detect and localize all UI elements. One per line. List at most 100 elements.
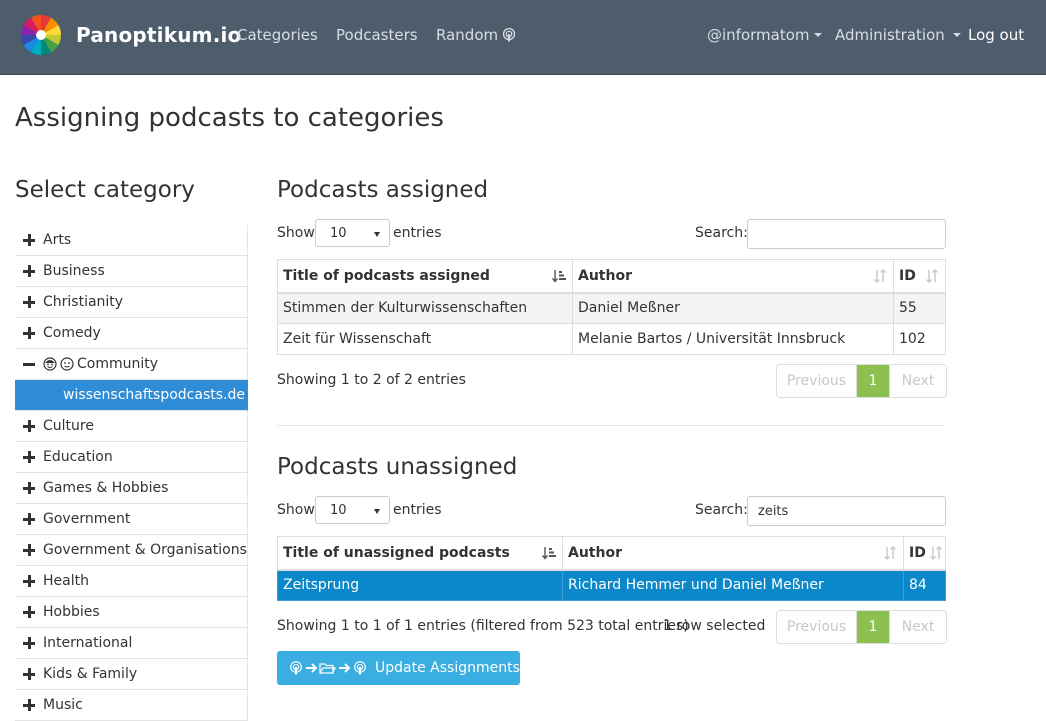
search-label: Search: <box>695 502 748 518</box>
update-assignments-button[interactable]: Update Assignments <box>277 651 520 685</box>
table-row[interactable]: Zeit für Wissenschaft Melanie Bartos / U… <box>277 323 946 355</box>
brand[interactable]: Panoptikum.io <box>20 14 242 56</box>
category-list: Arts Business Christianity Comedy Commun… <box>15 225 248 721</box>
column-header: Title of unassigned podcasts <box>283 544 510 561</box>
sort-both-icon <box>926 269 938 283</box>
category-item-government[interactable]: Government <box>15 504 248 535</box>
nav-logout[interactable]: Log out <box>968 26 1024 44</box>
length-value: 10 <box>330 503 347 518</box>
navbar: Panoptikum.io Categories Podcasters Rand… <box>0 0 1046 75</box>
nav-user-label: @informatom <box>707 26 810 44</box>
col-id[interactable]: ID <box>893 259 946 294</box>
plus-icon <box>23 420 35 432</box>
assigned-title: Podcasts assigned <box>277 177 489 203</box>
category-item-christianity[interactable]: Christianity <box>15 287 248 318</box>
nav-random[interactable]: Random <box>436 26 516 44</box>
page-title: Assigning podcasts to categories <box>15 103 444 133</box>
entries-label: entries <box>393 225 442 241</box>
category-label: wissenschaftspodcasts.de <box>63 387 245 403</box>
chevron-down-icon <box>813 33 822 37</box>
plus-icon <box>23 668 35 680</box>
col-id[interactable]: ID <box>903 536 946 571</box>
category-item-music[interactable]: Music <box>15 690 248 721</box>
category-label: Arts <box>43 232 72 248</box>
unassigned-title: Podcasts unassigned <box>277 454 518 480</box>
sort-both-icon <box>874 269 886 283</box>
category-item-education[interactable]: Education <box>15 442 248 473</box>
brand-name: Panoptikum.io <box>76 23 242 47</box>
column-header: Title of podcasts assigned <box>283 267 490 284</box>
next-button[interactable]: Next <box>890 365 946 397</box>
column-header: Author <box>568 544 622 561</box>
update-assignments-label: Update Assignments <box>375 660 520 676</box>
unassigned-table: Title of unassigned podcasts Author ID Z… <box>277 536 946 601</box>
search-label: Search: <box>695 225 748 241</box>
plus-icon <box>23 234 35 246</box>
table-row[interactable]: Zeitsprung Richard Hemmer und Daniel Meß… <box>277 569 946 601</box>
category-label: Business <box>43 263 105 279</box>
category-label: Health <box>43 573 89 589</box>
selected-info: 1 row selected <box>663 618 766 634</box>
col-title-assigned[interactable]: Title of podcasts assigned <box>277 259 573 294</box>
assigned-info: Showing 1 to 2 of 2 entries <box>277 372 466 388</box>
category-item-games-hobbies[interactable]: Games & Hobbies <box>15 473 248 504</box>
category-item-community[interactable]: Community <box>15 349 248 380</box>
col-author[interactable]: Author <box>562 536 904 571</box>
category-item-arts[interactable]: Arts <box>15 225 248 256</box>
category-label: Games & Hobbies <box>43 480 169 496</box>
page-button[interactable]: 1 <box>857 611 890 643</box>
column-header: Author <box>578 267 632 284</box>
column-header: ID <box>909 544 926 561</box>
unassigned-search-input[interactable]: zeits <box>747 496 946 526</box>
col-title-unassigned[interactable]: Title of unassigned podcasts <box>277 536 563 571</box>
category-label: Christianity <box>43 294 124 310</box>
cell-id: 84 <box>903 569 946 601</box>
category-label: Education <box>43 449 113 465</box>
logo-icon <box>21 15 61 55</box>
previous-button[interactable]: Previous <box>777 365 857 397</box>
unassigned-length-select[interactable]: 10 <box>315 496 390 524</box>
category-item-comedy[interactable]: Comedy <box>15 318 248 349</box>
page-button[interactable]: 1 <box>857 365 890 397</box>
show-label: Show <box>277 225 315 241</box>
table-row[interactable]: Stimmen der Kulturwissenschaften Daniel … <box>277 292 946 324</box>
next-button[interactable]: Next <box>890 611 946 643</box>
assigned-length-select[interactable]: 10 <box>315 219 390 247</box>
nav-administration-dropdown[interactable]: Administration <box>835 26 961 44</box>
category-item-international[interactable]: International <box>15 628 248 659</box>
plus-icon <box>23 575 35 587</box>
previous-button[interactable]: Previous <box>777 611 857 643</box>
category-item-hobbies[interactable]: Hobbies <box>15 597 248 628</box>
category-label: Community <box>77 356 159 372</box>
cell-author: Daniel Meßner <box>572 292 894 324</box>
unassigned-info: Showing 1 to 1 of 1 entries (filtered fr… <box>277 618 689 634</box>
plus-icon <box>23 327 35 339</box>
sort-asc-icon <box>542 547 556 560</box>
plus-icon <box>23 265 35 277</box>
category-item-kids-family[interactable]: Kids & Family <box>15 659 248 690</box>
cell-id: 55 <box>893 292 946 324</box>
category-item-wissenschaftspodcasts[interactable]: wissenschaftspodcasts.de <box>15 380 248 411</box>
sort-asc-icon <box>552 270 566 283</box>
cell-author: Melanie Bartos / Universität Innsbruck <box>572 323 894 355</box>
cell-title: Zeit für Wissenschaft <box>277 323 573 355</box>
col-author[interactable]: Author <box>572 259 894 294</box>
nav-categories[interactable]: Categories <box>237 26 318 44</box>
cell-title: Stimmen der Kulturwissenschaften <box>277 292 573 324</box>
plus-icon <box>23 296 35 308</box>
category-label: International <box>43 635 133 651</box>
nav-user-dropdown[interactable]: @informatom <box>707 26 822 44</box>
cell-author: Richard Hemmer und Daniel Meßner <box>562 569 904 601</box>
category-item-business[interactable]: Business <box>15 256 248 287</box>
unassigned-pagination: Previous 1 Next <box>776 610 947 644</box>
category-label: Culture <box>43 418 94 434</box>
nav-random-label: Random <box>436 26 499 44</box>
nav-podcasters[interactable]: Podcasters <box>336 26 418 44</box>
category-item-government-organisations[interactable]: Government & Organisations <box>15 535 248 566</box>
divider <box>277 425 945 426</box>
assigned-search-input[interactable] <box>747 219 946 249</box>
category-item-health[interactable]: Health <box>15 566 248 597</box>
category-label: Music <box>43 697 83 713</box>
plus-icon <box>23 606 35 618</box>
category-item-culture[interactable]: Culture <box>15 411 248 442</box>
